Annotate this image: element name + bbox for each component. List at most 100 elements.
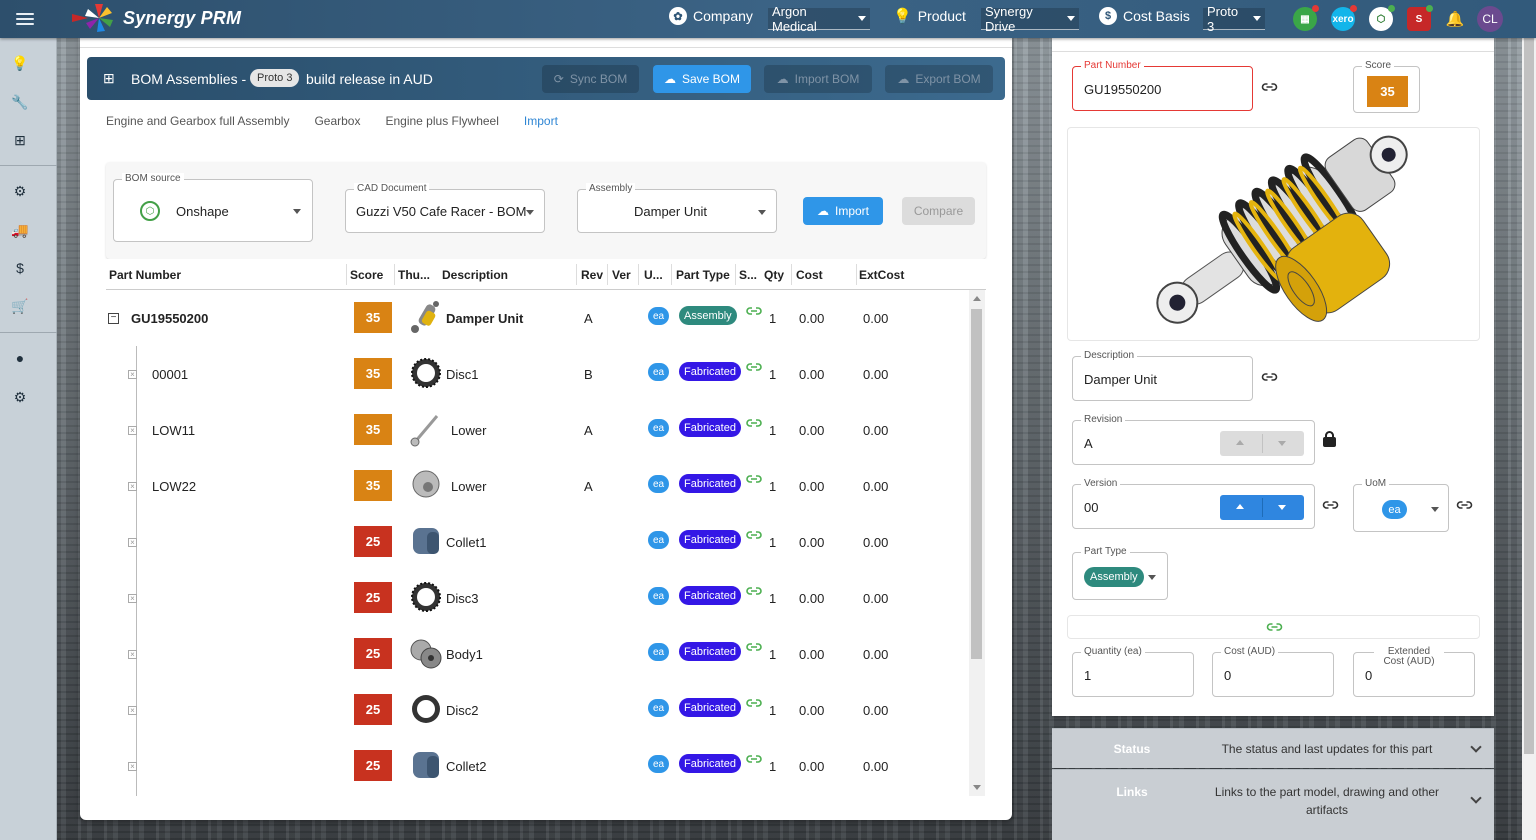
tab-import[interactable]: Import xyxy=(524,114,558,128)
link-icon[interactable] xyxy=(746,640,762,654)
col-cost[interactable]: Cost xyxy=(796,268,823,282)
dollar-icon[interactable]: $ xyxy=(12,260,28,276)
cost-basis-nav[interactable]: $ Cost Basis xyxy=(1099,7,1190,25)
description-field[interactable]: Description Damper Unit xyxy=(1072,350,1253,401)
link-icon[interactable] xyxy=(746,528,762,542)
chevron-down-icon[interactable] xyxy=(1470,741,1482,753)
settings-icon[interactable]: ⚙ xyxy=(12,389,28,405)
avatar[interactable]: CL xyxy=(1477,6,1503,32)
link-icon[interactable] xyxy=(746,584,762,598)
wrench-icon[interactable]: 🔧 xyxy=(11,94,28,110)
col-ver[interactable]: Ver xyxy=(612,268,631,282)
table-row[interactable]: × 25 Disc2 ea Fabricated 1 0.00 0.00 xyxy=(106,682,968,738)
col-description[interactable]: Description xyxy=(442,268,508,282)
cad-document-select[interactable]: CAD Document Guzzi V50 Cafe Racer - BOM xyxy=(345,183,545,233)
checkbox-icon[interactable]: × xyxy=(128,370,137,379)
link-icon[interactable] xyxy=(746,472,762,486)
link-icon[interactable] xyxy=(746,360,762,374)
table-row[interactable]: × 25 Disc3 ea Fabricated 1 0.00 0.00 xyxy=(106,570,968,626)
menu-icon[interactable] xyxy=(14,10,36,28)
table-row[interactable]: × LOW22 35 Lower A ea Fabricated 1 0.00 … xyxy=(106,458,968,514)
uom-select[interactable]: UoM ea xyxy=(1353,478,1449,532)
revision-stepper[interactable] xyxy=(1220,431,1304,456)
checkbox-icon[interactable]: × xyxy=(128,650,137,659)
solidworks-app-icon[interactable]: S xyxy=(1407,5,1433,31)
import-button[interactable]: ☁ Import xyxy=(803,197,883,225)
xero-app-icon[interactable]: xero xyxy=(1331,5,1357,31)
tab-engine-gearbox[interactable]: Engine and Gearbox full Assembly xyxy=(106,114,289,128)
table-row[interactable]: − GU19550200 35 Damper Unit A ea Assembl… xyxy=(106,290,968,346)
company-select[interactable]: Argon Medical xyxy=(768,4,870,34)
checkbox-icon[interactable]: × xyxy=(128,426,137,435)
table-row[interactable]: × 00001 35 Disc1 B ea Fabricated 1 0.00 … xyxy=(106,346,968,402)
col-rev[interactable]: Rev xyxy=(581,268,603,282)
col-source[interactable]: S... xyxy=(739,268,757,282)
tree-icon[interactable]: ⊞ xyxy=(12,132,28,148)
cart-icon[interactable]: 🛒 xyxy=(11,298,28,314)
compare-button[interactable]: Compare xyxy=(902,197,975,225)
col-qty[interactable]: Qty xyxy=(764,268,784,282)
save-bom-button[interactable]: ☁ Save BOM xyxy=(653,65,751,93)
col-thumbnail[interactable]: Thu... xyxy=(398,268,430,282)
link-icon[interactable] xyxy=(746,416,762,430)
links-accordion[interactable]: Links Links to the part model, drawing a… xyxy=(1052,769,1494,840)
lightbulb-icon[interactable]: 💡 xyxy=(11,55,28,71)
chevron-down-icon[interactable] xyxy=(1470,792,1482,804)
link-icon[interactable] xyxy=(1261,80,1278,94)
tab-gearbox[interactable]: Gearbox xyxy=(314,114,360,128)
link-icon[interactable] xyxy=(1261,370,1278,384)
version-stepper[interactable] xyxy=(1220,495,1304,520)
col-extcost[interactable]: ExtCost xyxy=(859,268,904,282)
checkbox-icon[interactable]: × xyxy=(128,706,137,715)
spreadsheet-app-icon[interactable]: ▦ xyxy=(1293,5,1319,31)
link-icon[interactable] xyxy=(1322,498,1339,512)
score-field: Score 35 xyxy=(1353,60,1420,113)
link-icon[interactable] xyxy=(1266,620,1283,634)
assembly-select[interactable]: Assembly Damper Unit xyxy=(577,183,777,233)
truck-icon[interactable]: 🚚 xyxy=(11,222,28,238)
link-icon[interactable] xyxy=(746,304,762,318)
chevron-up-icon[interactable] xyxy=(1236,504,1244,509)
col-part-type[interactable]: Part Type xyxy=(676,268,730,282)
gear-box-icon[interactable]: ⚙ xyxy=(12,183,28,199)
link-bar[interactable] xyxy=(1067,615,1480,639)
chevron-down-icon[interactable] xyxy=(1278,441,1286,446)
link-icon[interactable] xyxy=(1456,498,1473,512)
product-nav[interactable]: 💡 Product xyxy=(893,7,966,25)
cost-field[interactable]: Cost (AUD) 0 xyxy=(1212,646,1334,697)
bom-source-select[interactable]: BOM source ⬡ Onshape xyxy=(113,173,313,242)
checkbox-icon[interactable]: × xyxy=(128,482,137,491)
table-row[interactable]: × 25 Collet1 ea Fabricated 1 0.00 0.00 xyxy=(106,514,968,570)
export-bom-button[interactable]: ☁ Export BOM xyxy=(885,65,993,93)
status-accordion[interactable]: Status The status and last updates for t… xyxy=(1052,728,1494,768)
cost-basis-select[interactable]: Proto 3 xyxy=(1203,4,1265,34)
table-row[interactable]: × 25 Body1 ea Fabricated 1 0.00 0.00 xyxy=(106,626,968,682)
product-select[interactable]: Synergy Drive xyxy=(981,4,1079,34)
table-scrollbar[interactable] xyxy=(969,290,985,796)
part-type-select[interactable]: Part Type Assembly xyxy=(1072,546,1168,600)
chevron-up-icon[interactable] xyxy=(1236,440,1244,445)
collapse-icon[interactable]: − xyxy=(108,313,119,324)
checkbox-icon[interactable]: × xyxy=(128,538,137,547)
part-number-field[interactable]: Part Number GU19550200 xyxy=(1072,60,1253,111)
tab-engine-flywheel[interactable]: Engine plus Flywheel xyxy=(385,114,498,128)
import-bom-button[interactable]: ☁ Import BOM xyxy=(764,65,872,93)
col-uom[interactable]: U... xyxy=(644,268,663,282)
page-scrollbar[interactable] xyxy=(1522,38,1536,840)
col-score[interactable]: Score xyxy=(350,268,383,282)
table-row[interactable]: × LOW11 35 Lower A ea Fabricated 1 0.00 … xyxy=(106,402,968,458)
table-row[interactable]: × 25 Collet2 ea Fabricated 1 0.00 0.00 xyxy=(106,738,968,794)
link-icon[interactable] xyxy=(746,696,762,710)
checkbox-icon[interactable]: × xyxy=(128,762,137,771)
quantity-field[interactable]: Quantity (ea) 1 xyxy=(1072,646,1194,697)
company-nav[interactable]: ✿ Company xyxy=(669,7,753,25)
checkbox-icon[interactable]: × xyxy=(128,594,137,603)
version-field[interactable]: Version 00 xyxy=(1072,478,1315,529)
user-icon[interactable]: ● xyxy=(12,350,28,366)
bell-icon[interactable]: 🔔 xyxy=(1443,7,1467,31)
onshape-app-icon[interactable]: ⬡ xyxy=(1369,5,1395,31)
col-part-number[interactable]: Part Number xyxy=(109,268,181,282)
link-icon[interactable] xyxy=(746,752,762,766)
chevron-down-icon[interactable] xyxy=(1278,505,1286,510)
sync-bom-button[interactable]: ⟳ Sync BOM xyxy=(542,65,639,93)
